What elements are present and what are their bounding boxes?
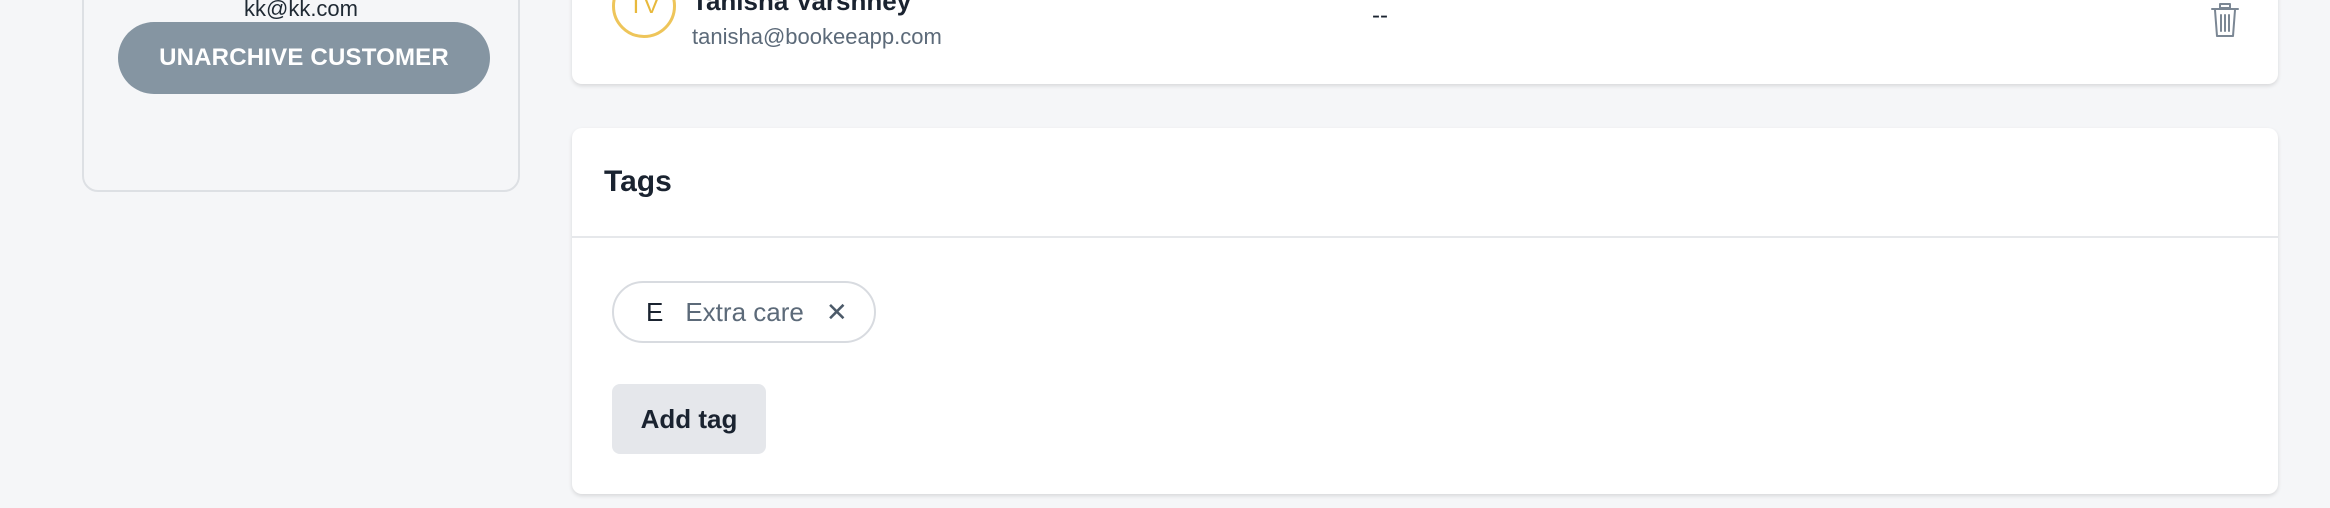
add-tag-button[interactable]: Add tag bbox=[612, 384, 766, 454]
customer-summary-card: kk@kk.com UNARCHIVE CUSTOMER bbox=[82, 0, 520, 192]
contact-email: tanisha@bookeeapp.com bbox=[692, 24, 942, 49]
customer-email: kk@kk.com bbox=[243, 0, 358, 21]
tag-initial: E bbox=[646, 296, 664, 327]
tag-label: Extra care bbox=[685, 296, 804, 327]
contact-row: TV Tanisha Varshney tanisha@bookeeapp.co… bbox=[572, 0, 2278, 84]
unarchive-customer-button[interactable]: UNARCHIVE CUSTOMER bbox=[118, 22, 490, 94]
close-icon[interactable]: ✕ bbox=[826, 299, 848, 325]
contact-value: -- bbox=[1372, 2, 1388, 29]
contact-name: Tanisha Varshney bbox=[692, 0, 912, 16]
avatar: TV bbox=[612, 0, 676, 38]
tag-chip: E Extra care ✕ bbox=[612, 281, 876, 343]
tags-header: Tags bbox=[572, 128, 2278, 238]
tags-title: Tags bbox=[604, 165, 672, 198]
trash-icon[interactable] bbox=[2210, 2, 2240, 38]
tags-card: Tags E Extra care ✕ Add tag bbox=[572, 128, 2278, 494]
